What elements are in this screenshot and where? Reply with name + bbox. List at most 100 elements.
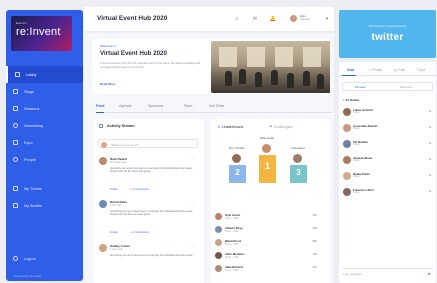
chevron-down-icon[interactable]: ▾	[324, 16, 330, 22]
expo-icon	[13, 140, 18, 145]
chat-icon: ◌	[344, 68, 346, 72]
read-more-link[interactable]: Read More	[100, 82, 115, 86]
leaderboard-row[interactable]: John Martinez Score: 1,760 760	[215, 251, 319, 261]
sidebar-item-my-tickets[interactable]: My Tickets	[6, 180, 83, 197]
chat-user-status: Online	[353, 128, 360, 130]
leader-score: Score: 1,930	[225, 230, 239, 233]
status-dot	[429, 142, 431, 144]
chat-user-row[interactable]: Consolata Damiel Online	[343, 123, 433, 134]
leaderboard-row[interactable]: Jake Roberts Score: 1,650 650	[215, 264, 319, 274]
tab-chat-label: Chat	[346, 68, 354, 72]
chat-user-row[interactable]: Nadia Prieto Online	[343, 171, 433, 182]
status-dot	[429, 158, 431, 160]
leaderboard-row[interactable]: Maria Rossi Score: 1,880 880	[215, 238, 319, 248]
hero-kicker: Welcome to	[100, 44, 116, 48]
leaderboard-title: Leaderboard	[221, 125, 244, 129]
chat-user-row[interactable]: Tuf Naufan Online	[343, 139, 433, 150]
avatar	[101, 141, 107, 148]
leaderboard-row[interactable]: Alberto Reys Score: 1,930 930	[215, 225, 319, 235]
ticket-icon	[13, 186, 18, 191]
logout-label: Logout	[24, 256, 36, 261]
tab-leaderboard[interactable]: ♕ Leaderboard	[217, 124, 243, 129]
like-label: Like	[112, 231, 118, 234]
avatar	[99, 200, 107, 208]
sidebar-item-sessions[interactable]: Sessions	[6, 100, 83, 117]
leaderboard-row[interactable]: Kyle Jones Score: 1,950 950	[215, 212, 319, 222]
bell-icon[interactable]: 🔔	[270, 16, 276, 22]
tab-feed[interactable]: Feed	[96, 104, 105, 113]
sidebar-item-expo[interactable]: Expo	[6, 134, 83, 151]
chat-subtabs: All users Exchange	[342, 82, 433, 91]
podium-rank: 1	[264, 161, 270, 171]
logout-button[interactable]: Logout	[6, 250, 83, 267]
more-options-icon[interactable]: ···	[191, 157, 195, 162]
tab-challenges[interactable]: ⚑ Challenges	[269, 124, 292, 129]
mail-icon[interactable]: ✉	[252, 16, 258, 22]
sidebar-item-my-booths[interactable]: My Booths	[6, 197, 83, 214]
sidebar-nav: Lobby Stage Sessions Networking Expo Peo…	[6, 66, 83, 214]
like-button[interactable]: ♥ Like	[110, 188, 123, 191]
tab-info-desk[interactable]: Info Desk	[209, 104, 224, 108]
activity-stream-title: Activity Stream	[107, 124, 135, 128]
sidebar-item-networking[interactable]: Networking	[6, 117, 83, 134]
hero-title: Virtual Event Hub 2020	[100, 50, 167, 57]
comments-button[interactable]: ▭ 2 Comments	[130, 188, 155, 191]
content-tabs: Feed Agenda Sponsors Stars Info Desk	[96, 103, 332, 113]
podium-rank: 3	[296, 168, 301, 177]
tab-stars[interactable]: Stars	[184, 104, 192, 108]
post-composer-input[interactable]: What's on your mind?	[98, 139, 198, 148]
podium-name-second: Roy Trimblen	[229, 147, 245, 150]
podium-third: 3	[290, 165, 307, 183]
tab-polls-label: Polls	[397, 68, 405, 72]
podium-first: 1	[259, 155, 276, 183]
hero-banner: Welcome to Virtual Event Hub 2020 In thi…	[92, 39, 330, 94]
tab-qa[interactable]: ? Q&A	[416, 68, 425, 72]
logout-icon	[13, 256, 18, 261]
post-text: Something we never have been so everyday…	[110, 254, 194, 257]
avatar	[343, 108, 351, 116]
send-icon[interactable]: ➤	[428, 271, 431, 276]
tab-sponsors[interactable]: Sponsors	[148, 104, 163, 108]
avatar	[261, 143, 272, 154]
people-icon	[13, 157, 18, 162]
sidebar-item-people[interactable]: People	[6, 151, 83, 168]
trophy-icon: ♕	[217, 125, 221, 129]
tab-polls[interactable]: ▤ Polls	[394, 68, 405, 72]
post-text: Sometime we never have been so everyday …	[110, 167, 193, 174]
sidebar-item-stage[interactable]: Stage	[6, 83, 83, 100]
subtab-all-users[interactable]: All users	[355, 85, 366, 89]
leader-points: 950	[312, 214, 317, 217]
tab-chat[interactable]: ◌ Chat	[342, 68, 356, 76]
leader-points: 880	[312, 240, 317, 243]
comments-label: 4 Comments	[133, 231, 149, 234]
sidebar-item-label: Stage	[24, 89, 34, 94]
user-avatar[interactable]	[289, 14, 298, 23]
chat-user-row[interactable]: Lukas Schmitt Online	[343, 107, 433, 118]
more-options-icon[interactable]: ···	[191, 200, 195, 205]
like-button[interactable]: ♥ Like	[110, 231, 123, 234]
tab-people[interactable]: ☺ People	[368, 68, 382, 72]
avatar	[99, 157, 107, 165]
subtab-exchange[interactable]: Exchange	[400, 85, 412, 89]
hero-description: In this live session from the 17th scien…	[100, 62, 201, 69]
sidebar-item-label: My Tickets	[24, 186, 42, 191]
page-title: Virtual Event Hub 2020	[97, 15, 168, 22]
podium-second: 2	[229, 165, 246, 183]
sidebar-item-lobby[interactable]: Lobby	[6, 66, 83, 83]
event-logo[interactable]: Event in re:Invent	[11, 16, 72, 51]
chat-user-row[interactable]: Francisco Mori Online	[343, 187, 433, 198]
chat-user-row[interactable]: Ahmed Hasan Online	[343, 155, 433, 166]
chat-panel: ◌ Chat ☺ People ▤ Polls ? Q&A All users …	[339, 62, 436, 283]
more-options-icon[interactable]: ···	[191, 244, 195, 249]
chat-user-status: Online	[353, 192, 360, 194]
search-icon[interactable]: ⌕	[234, 16, 240, 22]
status-dot	[429, 190, 431, 192]
avatar	[215, 252, 222, 259]
chat-message-input[interactable]: Type message... ➤	[342, 268, 433, 277]
comments-button[interactable]: ▭ 4 Comments	[130, 231, 155, 234]
leader-score: Score: 1,950	[225, 217, 239, 220]
sponsor-banner[interactable]: This session is sponsored by twitter	[339, 10, 436, 58]
avatar	[215, 239, 222, 246]
tab-agenda[interactable]: Agenda	[119, 104, 131, 108]
user-menu[interactable]: Alex Attendee	[300, 14, 310, 21]
